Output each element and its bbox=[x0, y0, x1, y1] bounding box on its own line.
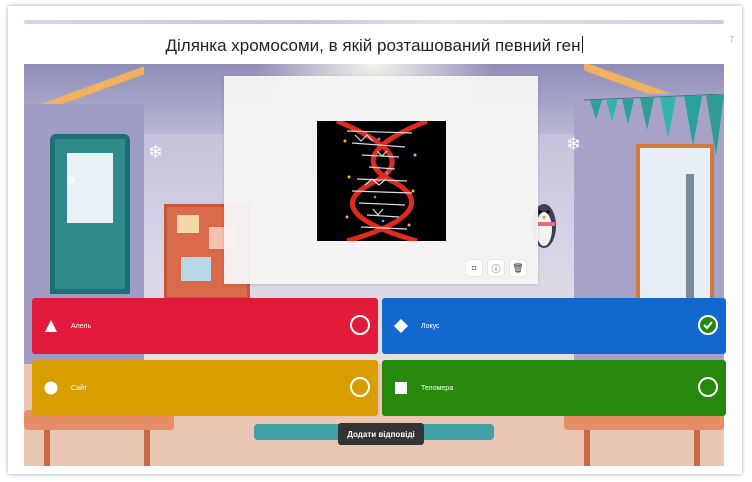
answer-option-3[interactable]: Сайт bbox=[32, 360, 378, 416]
classroom-door bbox=[50, 134, 130, 294]
answer-label[interactable]: Локус bbox=[421, 323, 440, 330]
trash-icon[interactable]: 🗑 bbox=[510, 260, 526, 276]
top-toolbar-strip bbox=[24, 20, 724, 24]
diamond-icon bbox=[394, 319, 408, 333]
square-icon bbox=[394, 381, 408, 395]
desk-leg bbox=[44, 430, 50, 466]
answer-option-1[interactable]: Алель bbox=[32, 298, 378, 354]
correct-toggle[interactable] bbox=[698, 377, 718, 397]
media-toolbar: ⌗ ⓘ 🗑 bbox=[466, 260, 526, 276]
crop-icon[interactable]: ⌗ bbox=[466, 260, 482, 276]
snowflake-icon: ❄ bbox=[566, 134, 582, 154]
question-input[interactable]: Ділянка хромосоми, в якій розташований п… bbox=[24, 36, 724, 60]
circle-icon bbox=[44, 381, 58, 395]
media-card[interactable]: ⌗ ⓘ 🗑 bbox=[224, 76, 538, 284]
answer-option-2[interactable]: Локус bbox=[382, 298, 726, 354]
desk-leg bbox=[584, 430, 590, 466]
answer-label[interactable]: Алель bbox=[71, 323, 91, 330]
answer-label[interactable]: Сайт bbox=[71, 385, 87, 392]
answer-option-4[interactable]: Теломера bbox=[382, 360, 726, 416]
board-note bbox=[181, 257, 211, 281]
text-caret bbox=[581, 36, 583, 53]
character-counter: 7 bbox=[729, 35, 734, 44]
checkmark-icon bbox=[703, 321, 713, 330]
correct-toggle[interactable] bbox=[350, 377, 370, 397]
garland-decoration bbox=[584, 94, 724, 156]
snowflake-icon: ❄ bbox=[66, 174, 77, 188]
door-window bbox=[67, 153, 113, 223]
snowflake-icon: ❄ bbox=[148, 142, 164, 162]
correct-toggle-checked[interactable] bbox=[698, 315, 718, 335]
question-text: Ділянка хромосоми, в якій розташований п… bbox=[165, 36, 581, 55]
add-answers-button[interactable]: Додати відповіді bbox=[338, 423, 424, 445]
correct-toggle[interactable] bbox=[350, 315, 370, 335]
answer-label[interactable]: Теломера bbox=[421, 385, 453, 392]
board-note bbox=[177, 215, 199, 233]
desk-leg bbox=[694, 430, 700, 466]
dna-image bbox=[317, 121, 446, 241]
triangle-icon bbox=[44, 319, 58, 333]
desk-leg bbox=[144, 430, 150, 466]
info-icon[interactable]: ⓘ bbox=[488, 260, 504, 276]
